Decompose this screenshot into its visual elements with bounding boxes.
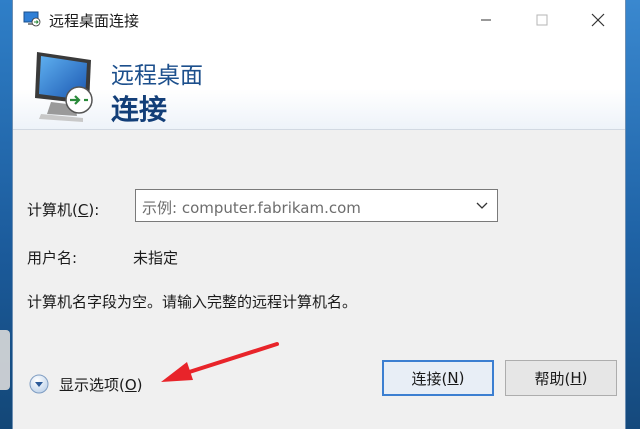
chevron-down-icon: [476, 202, 488, 209]
title-bar[interactable]: 远程桌面连接: [13, 0, 625, 40]
banner-title-line2: 连接: [111, 93, 168, 126]
computer-label: 计算机(C):: [27, 201, 100, 219]
username-label: 用户名:: [27, 249, 78, 267]
chevron-down-circle-icon: [29, 374, 49, 394]
window-title: 远程桌面连接: [49, 12, 140, 30]
error-message: 计算机名字段为空。请输入完整的远程计算机名。: [27, 293, 358, 311]
maximize-icon: [536, 14, 548, 26]
username-value: 未指定: [133, 249, 179, 267]
computer-combobox[interactable]: 示例: computer.fabrikam.com: [135, 189, 498, 222]
desktop-background-right: [626, 0, 640, 429]
connect-button[interactable]: 连接(N): [382, 360, 494, 396]
maximize-button[interactable]: [519, 0, 565, 40]
computer-input-placeholder[interactable]: 示例: computer.fabrikam.com: [142, 197, 361, 218]
minimize-button[interactable]: [463, 0, 509, 40]
banner-title-line1: 远程桌面: [111, 63, 203, 89]
remote-desktop-icon: [23, 11, 41, 27]
remote-desktop-monitor-icon: [35, 52, 93, 122]
minimize-icon: [481, 19, 491, 21]
close-button[interactable]: [575, 0, 621, 40]
header-banner: 远程桌面 连接: [13, 40, 625, 130]
close-icon: [591, 13, 605, 27]
show-options-label: 显示选项(O): [59, 375, 143, 394]
desktop-icon-partial[interactable]: [0, 330, 10, 390]
show-options-toggle[interactable]: 显示选项(O): [29, 372, 143, 396]
annotation-arrow: [161, 342, 279, 382]
remote-desktop-window: 远程桌面连接 远程桌面 连接 计算机(C): 示例: computer.fabr…: [12, 0, 626, 429]
combo-dropdown-button[interactable]: [469, 190, 495, 221]
help-button[interactable]: 帮助(H): [505, 360, 617, 396]
